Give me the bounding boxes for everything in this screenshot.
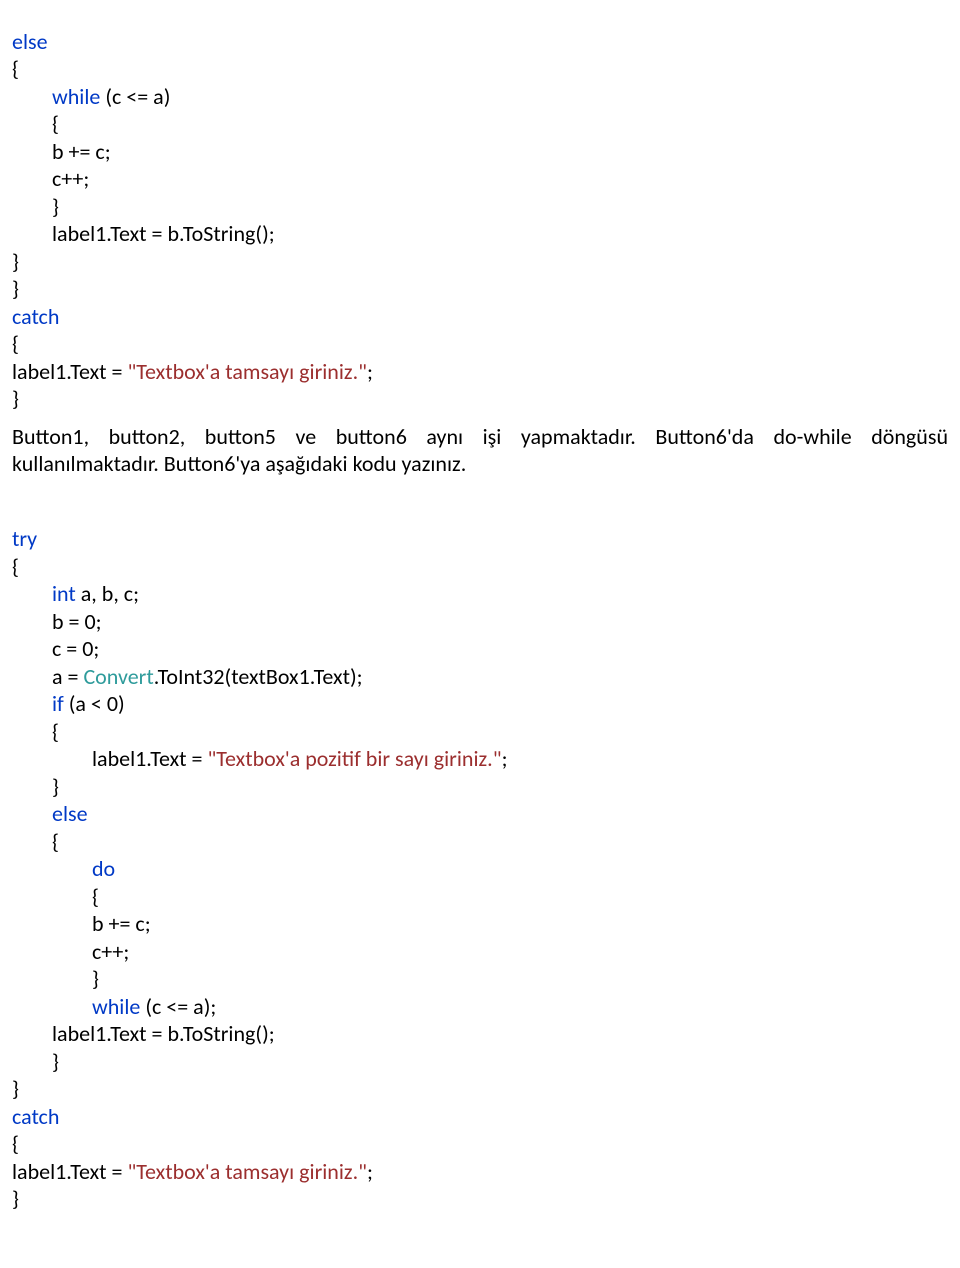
- code-block-2: try { int a, b, c; b = 0; c = 0; a = Con…: [12, 498, 948, 1213]
- keyword-catch: catch: [12, 1103, 59, 1130]
- brace: {: [12, 1130, 19, 1157]
- while-condition: (c <= a): [100, 83, 170, 110]
- semicolon: ;: [367, 358, 373, 385]
- keyword-catch: catch: [12, 303, 59, 330]
- stmt-c-inc: c++;: [92, 938, 129, 965]
- keyword-while: while: [92, 993, 140, 1020]
- brace: }: [12, 1185, 19, 1212]
- keyword-if: if: [52, 690, 64, 717]
- brace: {: [52, 828, 59, 855]
- semicolon: ;: [502, 745, 508, 772]
- keyword-else: else: [12, 28, 48, 55]
- stmt-label-prefix: label1.Text =: [12, 1158, 127, 1185]
- string-tamsayi: "Textbox'a tamsayı giriniz.": [127, 358, 367, 385]
- stmt-label-text: label1.Text = b.ToString();: [52, 1020, 275, 1047]
- brace: {: [12, 55, 19, 82]
- keyword-while: while: [52, 83, 100, 110]
- brace: {: [52, 110, 59, 137]
- semicolon: ;: [367, 1158, 373, 1185]
- brace: {: [12, 553, 19, 580]
- decl-vars: a, b, c;: [76, 580, 139, 607]
- brace: }: [52, 773, 59, 800]
- keyword-do: do: [92, 855, 115, 882]
- stmt-b-zero: b = 0;: [52, 608, 102, 635]
- keyword-try: try: [12, 525, 37, 552]
- brace: }: [12, 275, 19, 302]
- while-condition: (c <= a);: [140, 993, 216, 1020]
- stmt-a-eq: a =: [52, 663, 83, 690]
- document-page: else { while (c <= a) { b += c; c++; } l…: [0, 0, 960, 1233]
- brace: }: [12, 1075, 19, 1102]
- brace: {: [92, 883, 99, 910]
- stmt-label-text: label1.Text = b.ToString();: [52, 220, 275, 247]
- class-convert: Convert: [83, 663, 153, 690]
- brace: }: [12, 248, 19, 275]
- stmt-c-zero: c = 0;: [52, 635, 99, 662]
- keyword-else: else: [52, 800, 88, 827]
- explanation-paragraph: Button1, button2, button5 ve button6 ayn…: [12, 423, 948, 478]
- brace: {: [12, 330, 19, 357]
- string-tamsayi: "Textbox'a tamsayı giriniz.": [127, 1158, 367, 1185]
- brace: }: [12, 385, 19, 412]
- stmt-c-inc: c++;: [52, 165, 89, 192]
- stmt-b-plus-eq: b += c;: [92, 910, 151, 937]
- stmt-label-prefix: label1.Text =: [12, 358, 127, 385]
- stmt-toint32: .ToInt32(textBox1.Text);: [154, 663, 363, 690]
- brace: }: [52, 1048, 59, 1075]
- stmt-label-prefix: label1.Text =: [92, 745, 207, 772]
- brace: {: [52, 718, 59, 745]
- string-pozitif: "Textbox'a pozitif bir sayı giriniz.": [207, 745, 501, 772]
- stmt-b-plus-eq: b += c;: [52, 138, 111, 165]
- if-condition: (a < 0): [64, 690, 125, 717]
- keyword-int: int: [52, 580, 76, 607]
- brace: }: [92, 965, 99, 992]
- brace: }: [52, 193, 59, 220]
- code-block-1: else { while (c <= a) { b += c; c++; } l…: [12, 0, 948, 413]
